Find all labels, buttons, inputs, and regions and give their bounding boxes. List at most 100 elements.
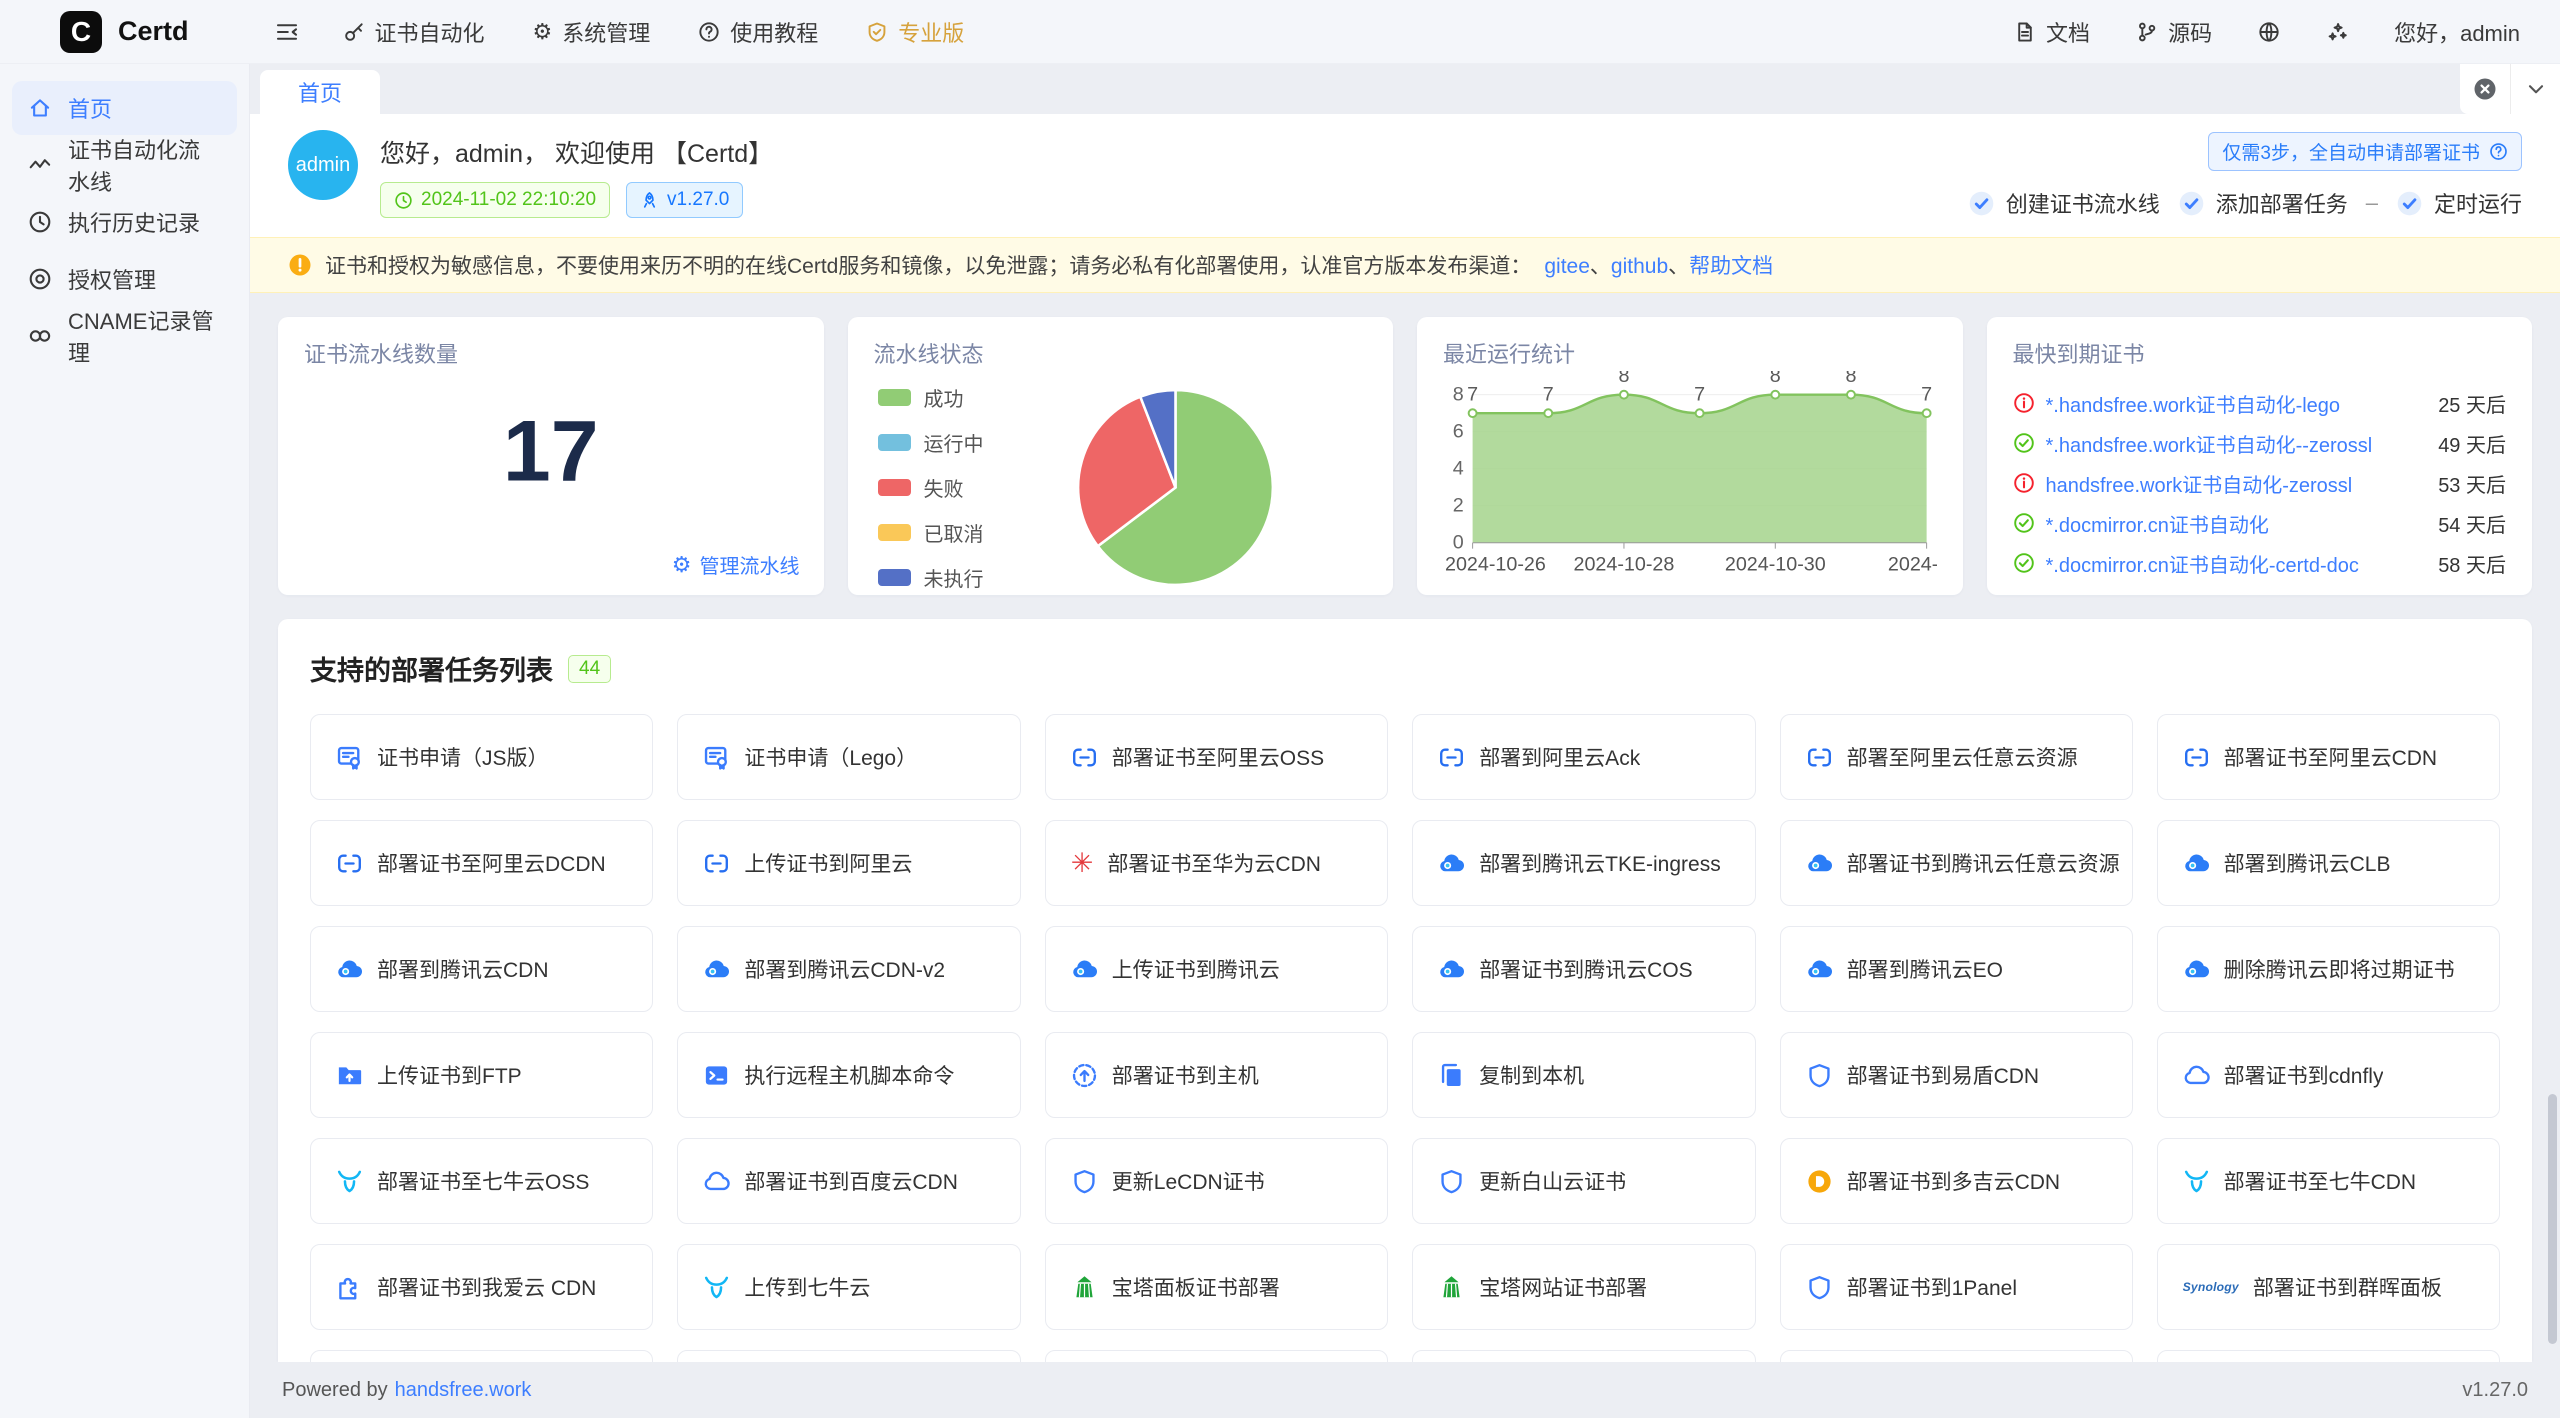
cert-icon bbox=[703, 744, 730, 771]
task-tile-上传证书到FTP[interactable]: 上传证书到FTP bbox=[310, 1032, 653, 1118]
task-tile-label: 宝塔网站证书部署 bbox=[1479, 1272, 1647, 1302]
task-tile-复制到本机[interactable]: 复制到本机 bbox=[1412, 1032, 1755, 1118]
legend-item-成功[interactable]: 成功 bbox=[878, 383, 984, 412]
legend-item-失败[interactable]: 失败 bbox=[878, 473, 984, 502]
cert-name-link[interactable]: *.docmirror.cn证书自动化 bbox=[2046, 509, 2269, 538]
cert-days-left: 53 天后 bbox=[2438, 469, 2506, 498]
task-tile-部署证书至华为云CDN[interactable]: ✳部署证书至华为云CDN bbox=[1045, 820, 1388, 906]
alert-link-帮助文档[interactable]: 帮助文档 bbox=[1689, 255, 1773, 278]
task-tile-部署证书至阿里云DCDN[interactable]: 部署证书至阿里云DCDN bbox=[310, 820, 653, 906]
task-tile-上传到七牛云[interactable]: 上传到七牛云 bbox=[677, 1244, 1020, 1330]
task-tile-证书申请（JS版）[interactable]: 证书申请（JS版） bbox=[310, 714, 653, 800]
task-tile-更新LeCDN证书[interactable]: 更新LeCDN证书 bbox=[1045, 1138, 1388, 1224]
task-tile-证书申请（Lego）[interactable]: 证书申请（Lego） bbox=[677, 714, 1020, 800]
task-tile-部署证书到1Panel[interactable]: 部署证书到1Panel bbox=[1780, 1244, 2133, 1330]
sidebar-item-执行历史记录[interactable]: 执行历史记录 bbox=[12, 195, 237, 249]
task-tile-部署证书到群晖面板[interactable]: Synology部署证书到群晖面板 bbox=[2157, 1244, 2500, 1330]
nav-item-系统管理[interactable]: ⚙系统管理 bbox=[533, 16, 651, 48]
task-tile-peek bbox=[2157, 1350, 2500, 1362]
task-tile-部署到腾讯云CLB[interactable]: 部署到腾讯云CLB bbox=[2157, 820, 2500, 906]
footer-version: v1.27.0 bbox=[2462, 1379, 2528, 1402]
task-tile-部署证书至七牛云OSS[interactable]: 部署证书至七牛云OSS bbox=[310, 1138, 653, 1224]
nav-item-证书自动化[interactable]: 证书自动化 bbox=[343, 16, 485, 48]
alert-link-github[interactable]: github bbox=[1611, 255, 1668, 278]
task-tile-label: 部署到腾讯云CLB bbox=[2224, 848, 2391, 878]
svg-text:0: 0 bbox=[1453, 532, 1464, 554]
legend-item-未执行[interactable]: 未执行 bbox=[878, 563, 984, 592]
sidebar-item-首页[interactable]: 首页 bbox=[12, 81, 237, 135]
task-tile-label: 部署证书至七牛云OSS bbox=[377, 1166, 589, 1196]
tab-home[interactable]: 首页 bbox=[260, 70, 380, 114]
nav-right-源码[interactable]: 源码 bbox=[2136, 16, 2212, 48]
scrollbar-thumb[interactable] bbox=[2548, 1094, 2557, 1344]
check-circle-icon bbox=[2178, 190, 2205, 217]
task-tile-宝塔网站证书部署[interactable]: 宝塔网站证书部署 bbox=[1412, 1244, 1755, 1330]
cert-name-link[interactable]: *.docmirror.cn证书自动化-certd-doc bbox=[2046, 549, 2359, 578]
task-tile-部署到腾讯云TKE-ingress[interactable]: 部署到腾讯云TKE-ingress bbox=[1412, 820, 1755, 906]
magic-button[interactable] bbox=[2326, 21, 2348, 43]
security-alert-banner: 证书和授权为敏感信息，不要使用来历不明的在线Certd服务和镜像，以免泄露；请务… bbox=[250, 237, 2560, 293]
cert-days-left: 49 天后 bbox=[2438, 429, 2506, 458]
ok-status-icon bbox=[2013, 552, 2035, 574]
sidebar-item-证书自动化流水线[interactable]: 证书自动化流水线 bbox=[12, 138, 237, 192]
task-tile-label: 部署证书到cdnfly bbox=[2224, 1060, 2384, 1090]
task-tile-label: 部署证书到百度云CDN bbox=[744, 1166, 958, 1196]
task-tile-部署到腾讯云EO[interactable]: 部署到腾讯云EO bbox=[1780, 926, 2133, 1012]
cloud-icon bbox=[703, 1168, 730, 1195]
tencent-icon bbox=[336, 956, 363, 983]
task-tile-更新白山云证书[interactable]: 更新白山云证书 bbox=[1412, 1138, 1755, 1224]
task-tile-部署证书到易盾CDN[interactable]: 部署证书到易盾CDN bbox=[1780, 1032, 2133, 1118]
navbar-menu: 证书自动化 ⚙系统管理 使用教程 专业版 bbox=[343, 16, 1013, 48]
nav-right-您好，admin[interactable]: 您好，admin bbox=[2394, 16, 2520, 48]
manage-pipelines-link[interactable]: ⚙ 管理流水线 bbox=[672, 550, 800, 579]
pipeline-status-title: 流水线状态 bbox=[874, 337, 1368, 369]
task-tile-部署证书到主机[interactable]: 部署证书到主机 bbox=[1045, 1032, 1388, 1118]
task-tile-部署证书至阿里云CDN[interactable]: 部署证书至阿里云CDN bbox=[2157, 714, 2500, 800]
task-tile-部署证书到多吉云CDN[interactable]: 部署证书到多吉云CDN bbox=[1780, 1138, 2133, 1224]
task-tile-部署到阿里云Ack[interactable]: 部署到阿里云Ack bbox=[1412, 714, 1755, 800]
promo-badge[interactable]: 仅需3步，全自动申请部署证书 bbox=[2208, 132, 2522, 171]
task-tile-上传证书到阿里云[interactable]: 上传证书到阿里云 bbox=[677, 820, 1020, 906]
globe-button[interactable] bbox=[2258, 21, 2280, 43]
nav-item-使用教程[interactable]: 使用教程 bbox=[698, 16, 818, 48]
certd-logo: C bbox=[60, 11, 102, 53]
svg-text:2: 2 bbox=[1453, 495, 1464, 517]
task-tile-部署到腾讯云CDN[interactable]: 部署到腾讯云CDN bbox=[310, 926, 653, 1012]
legend-item-已取消[interactable]: 已取消 bbox=[878, 518, 984, 547]
task-tile-部署至阿里云任意云资源[interactable]: 部署至阿里云任意云资源 bbox=[1780, 714, 2133, 800]
cert-name-link[interactable]: handsfree.work证书自动化-zerossl bbox=[2046, 469, 2353, 498]
handsfree-link[interactable]: handsfree.work bbox=[395, 1379, 532, 1402]
nav-item-label: 系统管理 bbox=[562, 16, 650, 48]
legend-chip bbox=[878, 389, 911, 406]
cert-name-link[interactable]: *.handsfree.work证书自动化-lego bbox=[2046, 389, 2341, 418]
puzzle-icon bbox=[336, 1274, 363, 1301]
task-tile-部署证书到我爱云 CDN[interactable]: 部署证书到我爱云 CDN bbox=[310, 1244, 653, 1330]
task-tile-部署证书至七牛CDN[interactable]: 部署证书至七牛CDN bbox=[2157, 1138, 2500, 1224]
close-tab-button[interactable] bbox=[2460, 64, 2510, 114]
task-tile-部署证书到腾讯云任意云资源[interactable]: 部署证书到腾讯云任意云资源 bbox=[1780, 820, 2133, 906]
task-tile-部署证书到cdnfly[interactable]: 部署证书到cdnfly bbox=[2157, 1032, 2500, 1118]
task-tile-删除腾讯云即将过期证书[interactable]: 删除腾讯云即将过期证书 bbox=[2157, 926, 2500, 1012]
task-tile-宝塔面板证书部署[interactable]: 宝塔面板证书部署 bbox=[1045, 1244, 1388, 1330]
task-tile-部署证书到腾讯云COS[interactable]: 部署证书到腾讯云COS bbox=[1412, 926, 1755, 1012]
task-tile-label: 部署到腾讯云CDN-v2 bbox=[744, 954, 945, 984]
aliyun-icon bbox=[2183, 744, 2210, 771]
task-tile-部署到腾讯云CDN-v2[interactable]: 部署到腾讯云CDN-v2 bbox=[677, 926, 1020, 1012]
task-tile-部署证书至阿里云OSS[interactable]: 部署证书至阿里云OSS bbox=[1045, 714, 1388, 800]
step-label: 创建证书流水线 bbox=[2006, 187, 2160, 219]
sidebar-item-授权管理[interactable]: 授权管理 bbox=[12, 252, 237, 306]
sidebar-item-CNAME记录管理[interactable]: CNAME记录管理 bbox=[12, 309, 237, 363]
task-tile-部署证书到百度云CDN[interactable]: 部署证书到百度云CDN bbox=[677, 1138, 1020, 1224]
cert-name-link[interactable]: *.handsfree.work证书自动化--zerossl bbox=[2046, 429, 2373, 458]
tab-menu-button[interactable] bbox=[2510, 64, 2560, 114]
svg-text:8: 8 bbox=[1453, 384, 1464, 406]
nav-item-专业版[interactable]: 专业版 bbox=[866, 16, 964, 48]
step-label: 添加部署任务 bbox=[2216, 187, 2348, 219]
task-tile-执行远程主机脚本命令[interactable]: 执行远程主机脚本命令 bbox=[677, 1032, 1020, 1118]
nav-right-文档[interactable]: 文档 bbox=[2014, 16, 2090, 48]
aliyun-icon bbox=[1071, 744, 1098, 771]
alert-link-gitee[interactable]: gitee bbox=[1544, 255, 1590, 278]
sidebar-collapse-icon[interactable] bbox=[275, 20, 299, 44]
legend-item-运行中[interactable]: 运行中 bbox=[878, 428, 984, 457]
task-tile-上传证书到腾讯云[interactable]: 上传证书到腾讯云 bbox=[1045, 926, 1388, 1012]
